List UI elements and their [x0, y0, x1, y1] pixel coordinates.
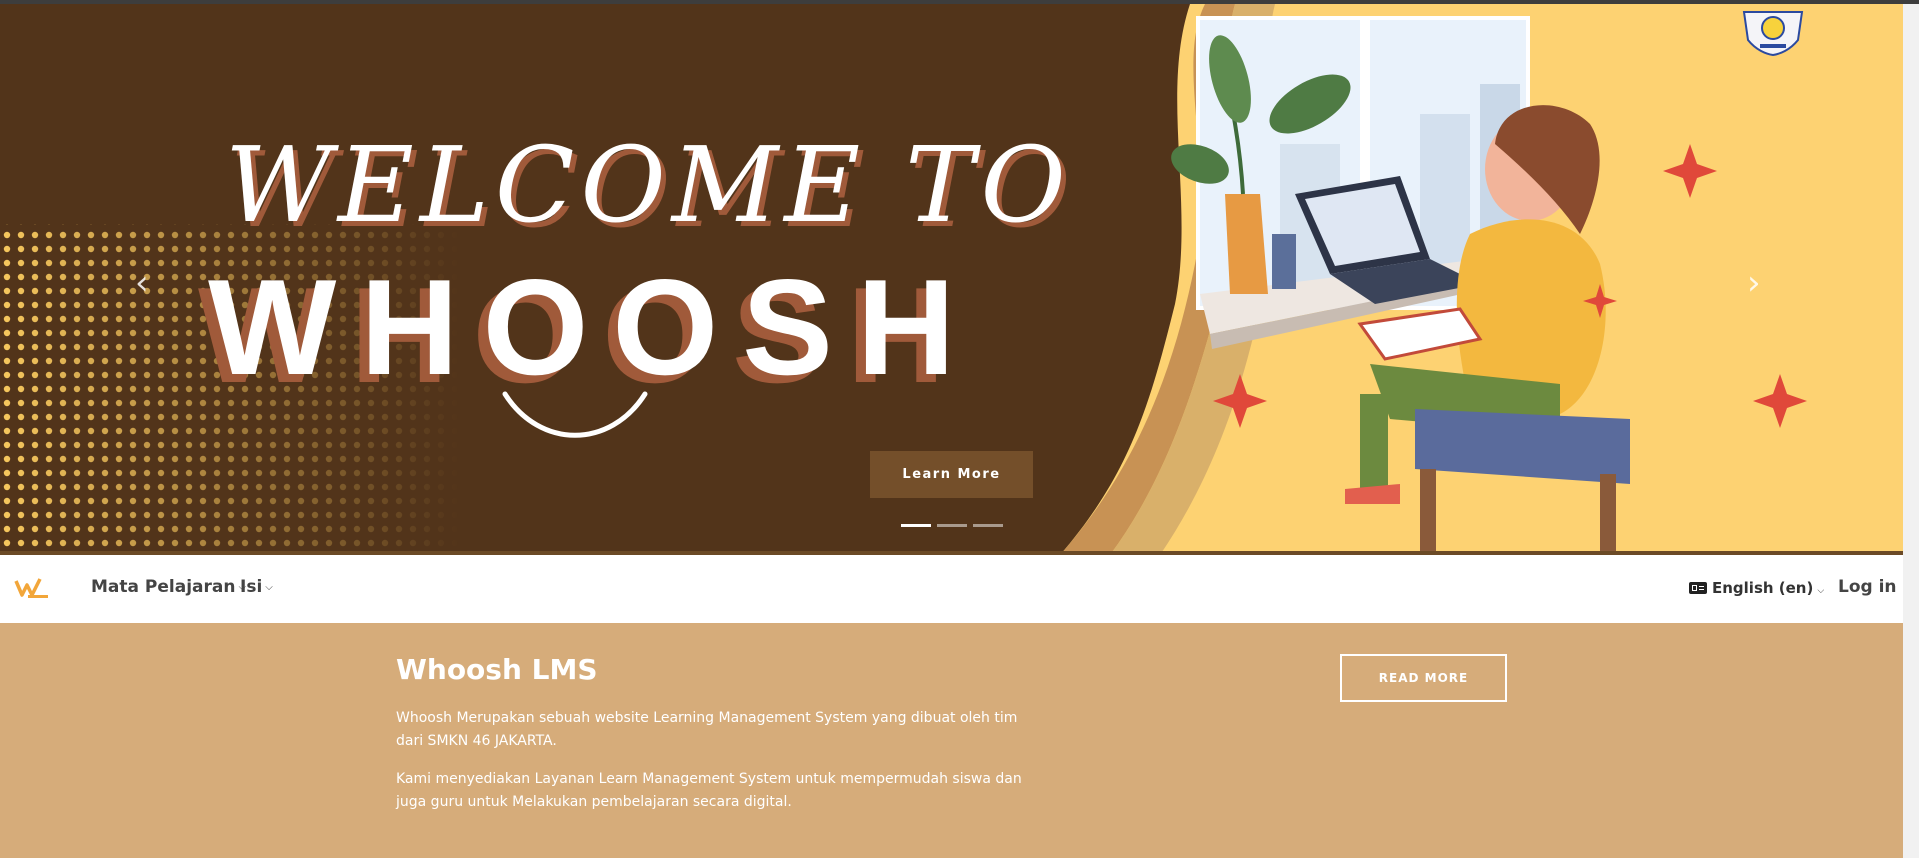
chevron-down-icon: ⌵ [265, 582, 273, 593]
chevron-down-icon: ⌵ [1817, 586, 1825, 596]
carousel-indicators [901, 524, 1003, 527]
hero-brand-text: WHOOSH [208, 251, 980, 403]
carousel-indicator[interactable] [901, 524, 931, 527]
nav-menu-isi-label: Isi [240, 577, 263, 597]
hero-carousel: WELCOME TO WHOOSH ‹ › Learn More [0, 4, 1903, 555]
carousel-indicator[interactable] [973, 524, 1003, 527]
whoosh-logo-icon[interactable] [14, 577, 50, 601]
language-label: English (en) [1712, 579, 1814, 597]
info-paragraph: Whoosh Merupakan sebuah website Learning… [396, 710, 1018, 749]
carousel-indicator[interactable] [937, 524, 967, 527]
language-selector[interactable]: English (en) ⌵ [1689, 579, 1824, 597]
info-paragraph: Kami menyediakan Layanan Learn Managemen… [396, 771, 1022, 810]
main-navbar: Mata Pelajaran ⌵ Isi ⌵ English (en) ⌵ Log i… [0, 555, 1903, 623]
info-section: Whoosh LMS Whoosh Merupakan sebuah websi… [0, 623, 1903, 858]
language-icon [1689, 582, 1707, 594]
carousel-prev-icon[interactable]: ‹ [135, 266, 149, 300]
carousel-next-icon[interactable]: › [1747, 266, 1761, 300]
read-more-button[interactable]: READ MORE [1340, 654, 1507, 702]
learn-more-button[interactable]: Learn More [870, 451, 1033, 498]
school-emblem-icon [1742, 11, 1804, 56]
login-link[interactable]: Log in [1838, 577, 1897, 597]
nav-menu-mata-pelajaran[interactable]: Mata Pelajaran ⌵ [91, 577, 246, 597]
nav-menu-mata-pelajaran-label: Mata Pelajaran [91, 577, 236, 597]
info-title: Whoosh LMS [396, 653, 598, 686]
hero-welcome-text: WELCOME TO [225, 124, 1072, 246]
scrollbar[interactable] [1903, 4, 1919, 858]
nav-menu-isi[interactable]: Isi ⌵ [240, 577, 273, 597]
